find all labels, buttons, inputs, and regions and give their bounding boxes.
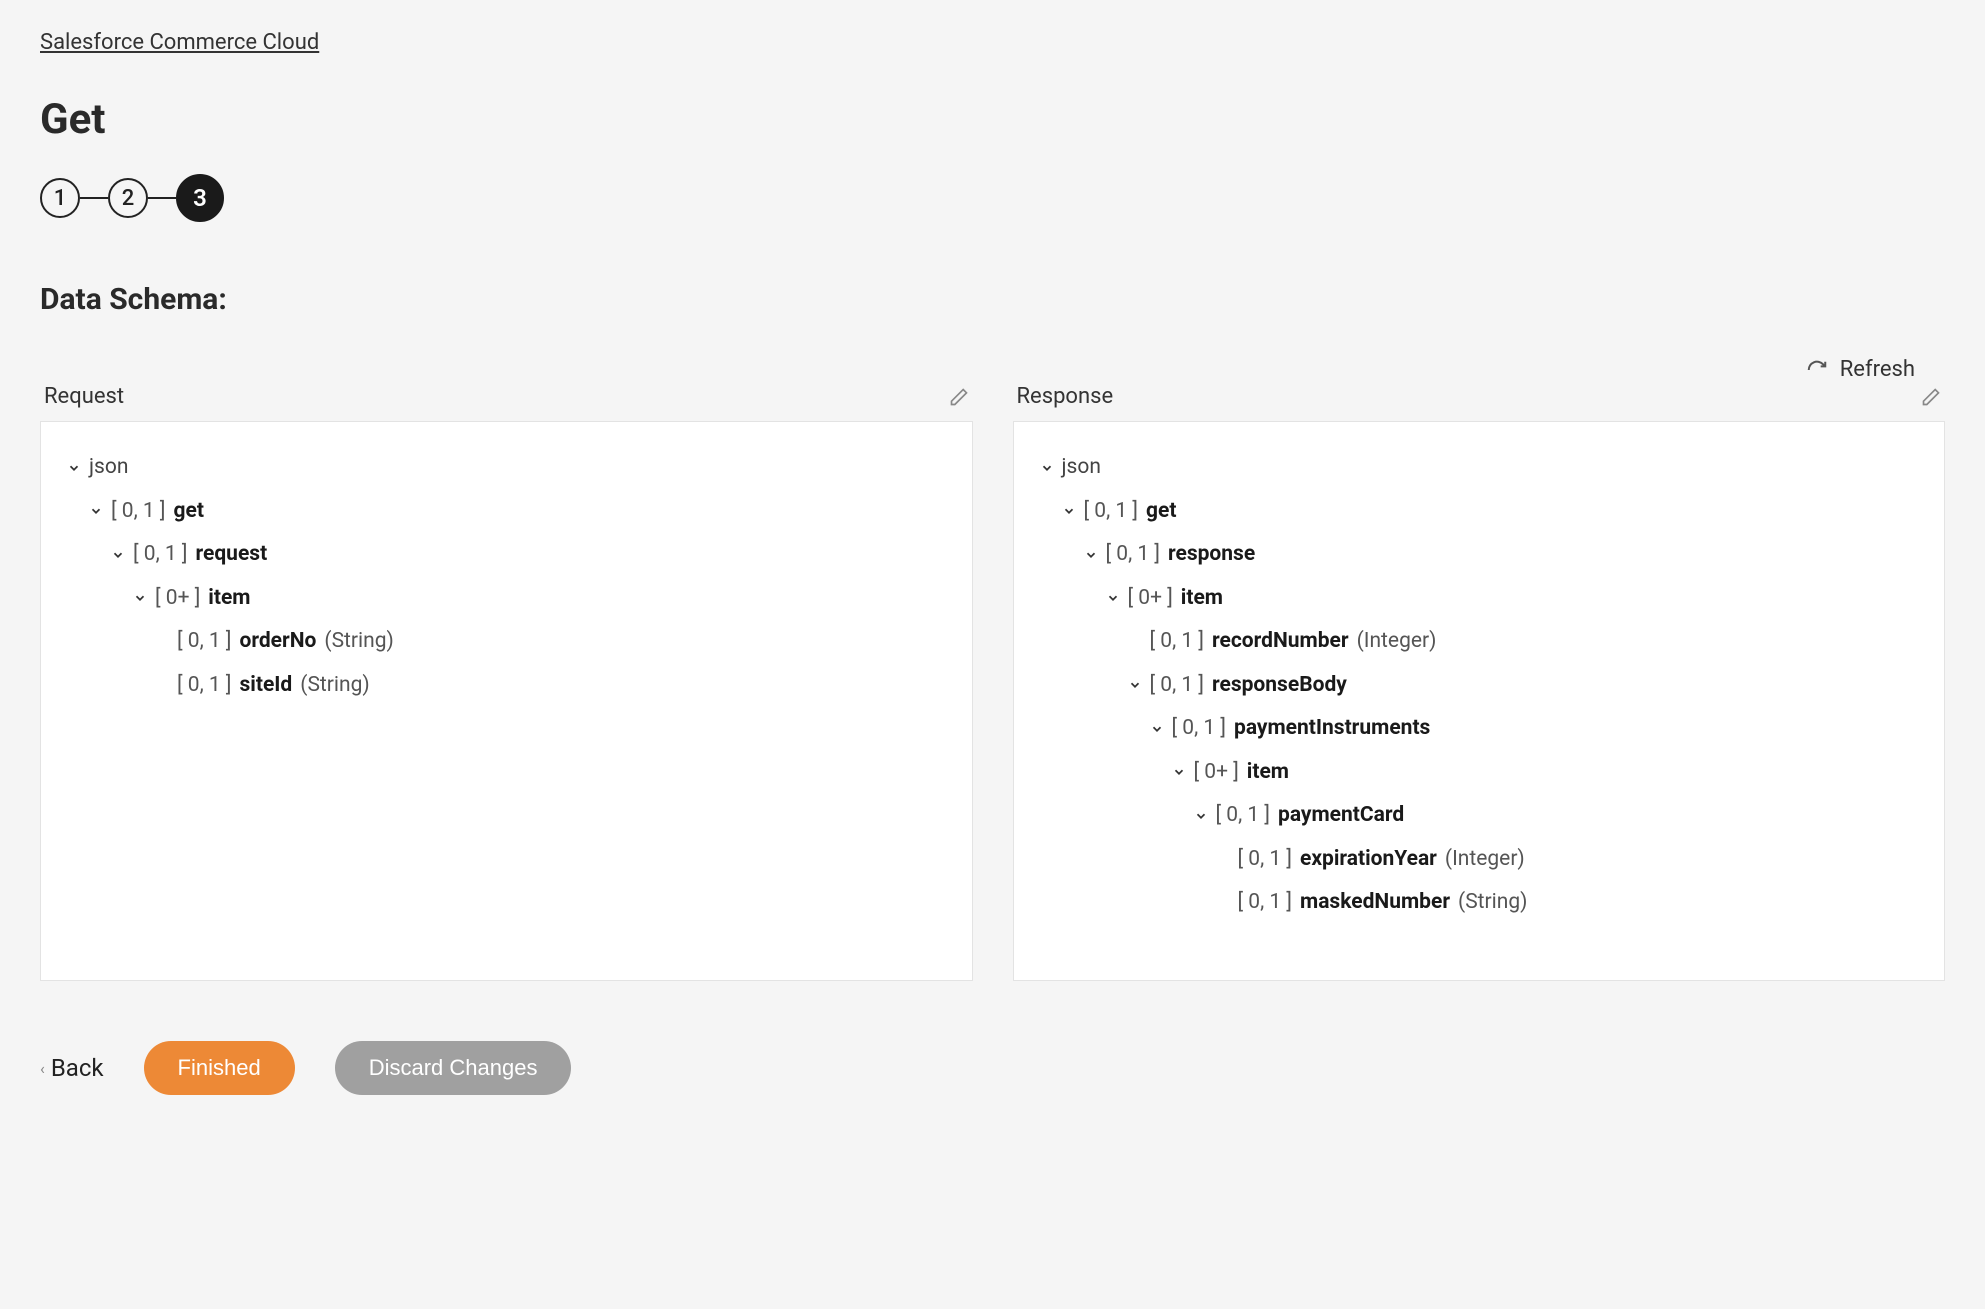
step-1[interactable]: 1 bbox=[40, 178, 80, 218]
cardinality: [ 0, 1 ] bbox=[1216, 800, 1271, 832]
field-type: (String) bbox=[300, 670, 369, 702]
tree-row[interactable]: json bbox=[61, 446, 952, 490]
step-3[interactable]: 3 bbox=[176, 174, 224, 222]
field-name: orderNo bbox=[240, 626, 317, 658]
page-title: Get bbox=[40, 95, 1945, 144]
field-name: get bbox=[1146, 496, 1176, 528]
field-name: get bbox=[174, 496, 204, 528]
request-label: Request bbox=[44, 384, 124, 409]
step-connector bbox=[148, 197, 176, 199]
tree-row[interactable]: [ 0, 1 ] response bbox=[1034, 533, 1925, 577]
refresh-icon[interactable] bbox=[1806, 359, 1828, 381]
chevron-down-icon[interactable] bbox=[1062, 504, 1076, 518]
refresh-label[interactable]: Refresh bbox=[1840, 357, 1915, 382]
tree-row[interactable]: [ 0, 1 ] get bbox=[61, 490, 952, 534]
cardinality: [ 0, 1 ] bbox=[1172, 713, 1227, 745]
chevron-down-icon[interactable] bbox=[1040, 461, 1054, 475]
tree-row[interactable]: [ 0, 1 ] request bbox=[61, 533, 952, 577]
chevron-down-icon[interactable] bbox=[1194, 809, 1208, 823]
field-name: expirationYear bbox=[1300, 844, 1437, 876]
chevron-down-icon[interactable] bbox=[1150, 722, 1164, 736]
tree-row[interactable]: [ 0, 1 ] get bbox=[1034, 490, 1925, 534]
cardinality: [ 0, 1 ] bbox=[1150, 626, 1205, 658]
cardinality: [ 0, 1 ] bbox=[1150, 670, 1205, 702]
back-link[interactable]: ‹ Back bbox=[40, 1054, 104, 1082]
field-name: response bbox=[1168, 539, 1255, 571]
cardinality: [ 0, 1 ] bbox=[111, 496, 166, 528]
field-name: paymentCard bbox=[1278, 800, 1404, 832]
field-type: (String) bbox=[324, 626, 393, 658]
field-type: (Integer) bbox=[1357, 626, 1437, 658]
field-name: item bbox=[208, 583, 250, 615]
chevron-down-icon[interactable] bbox=[67, 461, 81, 475]
chevron-down-icon[interactable] bbox=[1172, 765, 1186, 779]
cardinality: [ 0, 1 ] bbox=[1238, 887, 1293, 919]
cardinality: [ 0+ ] bbox=[1128, 583, 1173, 615]
field-name: siteId bbox=[240, 670, 293, 702]
field-name: item bbox=[1247, 757, 1289, 789]
finished-button[interactable]: Finished bbox=[144, 1041, 295, 1095]
chevron-left-icon: ‹ bbox=[40, 1059, 45, 1078]
section-title: Data Schema: bbox=[40, 282, 1945, 317]
tree-row[interactable]: [ 0, 1 ] paymentCard bbox=[1034, 794, 1925, 838]
edit-response-icon[interactable] bbox=[1921, 387, 1941, 407]
chevron-down-icon[interactable] bbox=[1128, 678, 1142, 692]
tree-row[interactable]: [ 0+ ] item bbox=[1034, 577, 1925, 621]
field-name: json bbox=[89, 452, 128, 484]
tree-row[interactable]: [ 0, 1 ] orderNo (String) bbox=[61, 620, 952, 664]
cardinality: [ 0+ ] bbox=[155, 583, 200, 615]
chevron-down-icon[interactable] bbox=[89, 504, 103, 518]
field-type: (Integer) bbox=[1445, 844, 1525, 876]
chevron-down-icon[interactable] bbox=[1106, 591, 1120, 605]
field-name: paymentInstruments bbox=[1234, 713, 1430, 745]
tree-row[interactable]: [ 0, 1 ] recordNumber (Integer) bbox=[1034, 620, 1925, 664]
cardinality: [ 0, 1 ] bbox=[1238, 844, 1293, 876]
tree-row[interactable]: [ 0, 1 ] expirationYear (Integer) bbox=[1034, 838, 1925, 882]
cardinality: [ 0, 1 ] bbox=[1106, 539, 1161, 571]
field-name: json bbox=[1062, 452, 1101, 484]
step-2[interactable]: 2 bbox=[108, 178, 148, 218]
tree-row[interactable]: [ 0, 1 ] responseBody bbox=[1034, 664, 1925, 708]
tree-row[interactable]: [ 0, 1 ] maskedNumber (String) bbox=[1034, 881, 1925, 925]
cardinality: [ 0, 1 ] bbox=[177, 626, 232, 658]
back-label: Back bbox=[51, 1054, 104, 1082]
cardinality: [ 0, 1 ] bbox=[133, 539, 188, 571]
response-panel: json[ 0, 1 ] get[ 0, 1 ] response[ 0+ ] … bbox=[1013, 421, 1946, 981]
tree-row[interactable]: [ 0+ ] item bbox=[1034, 751, 1925, 795]
chevron-down-icon[interactable] bbox=[133, 591, 147, 605]
cardinality: [ 0+ ] bbox=[1194, 757, 1239, 789]
step-connector bbox=[80, 197, 108, 199]
edit-request-icon[interactable] bbox=[949, 387, 969, 407]
tree-row[interactable]: [ 0, 1 ] siteId (String) bbox=[61, 664, 952, 708]
tree-row[interactable]: [ 0+ ] item bbox=[61, 577, 952, 621]
field-name: responseBody bbox=[1212, 670, 1347, 702]
field-name: item bbox=[1181, 583, 1223, 615]
field-name: maskedNumber bbox=[1300, 887, 1450, 919]
breadcrumb-link[interactable]: Salesforce Commerce Cloud bbox=[40, 30, 319, 55]
field-name: recordNumber bbox=[1212, 626, 1349, 658]
cardinality: [ 0, 1 ] bbox=[1084, 496, 1139, 528]
chevron-down-icon[interactable] bbox=[111, 548, 125, 562]
tree-row[interactable]: [ 0, 1 ] paymentInstruments bbox=[1034, 707, 1925, 751]
discard-changes-button[interactable]: Discard Changes bbox=[335, 1041, 572, 1095]
request-panel: json[ 0, 1 ] get[ 0, 1 ] request[ 0+ ] i… bbox=[40, 421, 973, 981]
stepper: 1 2 3 bbox=[40, 174, 1945, 222]
cardinality: [ 0, 1 ] bbox=[177, 670, 232, 702]
tree-row[interactable]: json bbox=[1034, 446, 1925, 490]
field-type: (String) bbox=[1458, 887, 1527, 919]
response-label: Response bbox=[1017, 384, 1114, 409]
field-name: request bbox=[196, 539, 268, 571]
chevron-down-icon[interactable] bbox=[1084, 548, 1098, 562]
